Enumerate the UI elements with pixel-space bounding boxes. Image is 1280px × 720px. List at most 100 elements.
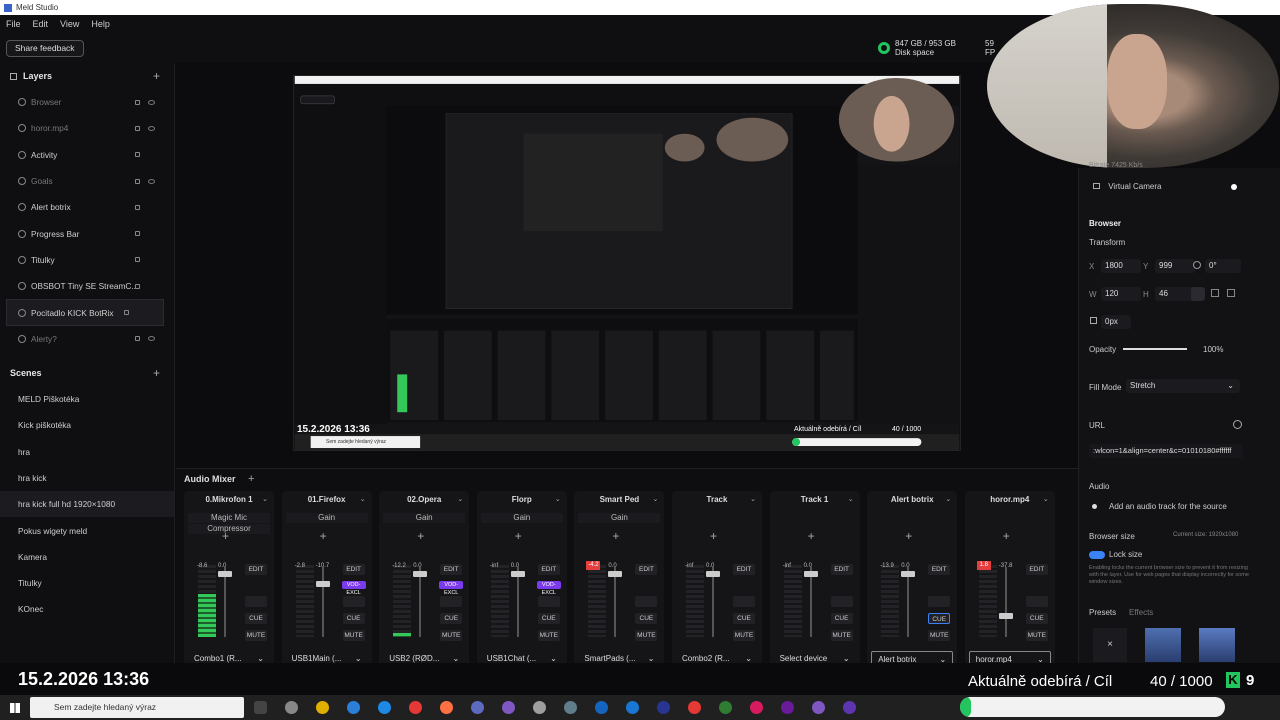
edit-button[interactable]: EDIT: [928, 564, 951, 575]
settings-icon[interactable]: [533, 701, 546, 714]
fx-item[interactable]: Gain: [578, 513, 661, 523]
strip-name[interactable]: Alert botrix: [867, 493, 957, 507]
stream-preview[interactable]: 15.2.2026 13:36 Aktuálně odebírá / Cíl 4…: [293, 75, 961, 451]
no-preset-icon[interactable]: ×: [1093, 628, 1127, 662]
eye-off-icon[interactable]: [148, 178, 155, 184]
scene-item[interactable]: MELD Piškotéka: [0, 386, 174, 412]
eye-off-icon[interactable]: [148, 125, 155, 131]
add-effect-icon[interactable]: +: [808, 529, 815, 543]
app-icon[interactable]: [781, 701, 794, 714]
eye-off-icon[interactable]: [148, 336, 155, 342]
layer-item[interactable]: OBSBOT Tiny SE StreamC...: [0, 273, 174, 299]
mute-button[interactable]: MUTE: [342, 630, 365, 641]
fx-item[interactable]: Magic Mic: [188, 513, 270, 523]
strip-name[interactable]: horor.mp4: [965, 493, 1055, 507]
lock-size-toggle[interactable]: [1089, 551, 1105, 559]
app-icon[interactable]: [564, 701, 577, 714]
mute-button[interactable]: MUTE: [537, 630, 560, 641]
audio-add-label[interactable]: Add an audio track for the source: [1109, 502, 1227, 511]
height-input[interactable]: 46: [1155, 287, 1195, 301]
volume-fader[interactable]: [315, 581, 330, 587]
volume-fader[interactable]: [608, 570, 623, 577]
lock-icon[interactable]: [135, 204, 140, 210]
strip-name[interactable]: Track 1: [770, 493, 860, 507]
cue-button[interactable]: CUE: [830, 613, 853, 624]
add-effect-icon[interactable]: +: [515, 529, 522, 543]
app-icon[interactable]: [657, 701, 670, 714]
strip-name[interactable]: Smart Ped: [574, 493, 664, 507]
mute-button[interactable]: MUTE: [830, 630, 853, 641]
edit-button[interactable]: EDIT: [1025, 564, 1048, 575]
mute-button[interactable]: MUTE: [928, 630, 951, 641]
monitor-icon[interactable]: [635, 596, 658, 607]
lock-icon[interactable]: [135, 152, 140, 158]
app-icon[interactable]: [750, 701, 763, 714]
audio-radio[interactable]: [1092, 504, 1097, 509]
fx-item[interactable]: Gain: [480, 513, 563, 523]
x-input[interactable]: 1800: [1101, 259, 1141, 273]
edit-button[interactable]: EDIT: [342, 564, 365, 575]
taskbar-search[interactable]: Sem zadejte hledaný výraz: [30, 697, 244, 718]
eye-off-icon[interactable]: [148, 99, 155, 105]
fx-item[interactable]: Gain: [383, 513, 466, 523]
add-layer-icon[interactable]: +: [153, 69, 160, 83]
monitor-icon[interactable]: [1025, 596, 1048, 607]
lock-icon[interactable]: [135, 231, 140, 237]
volume-fader[interactable]: [218, 570, 232, 577]
obs-icon[interactable]: [285, 701, 298, 714]
scene-item[interactable]: KOnec: [0, 596, 174, 622]
preset-thumbnail-1[interactable]: [1145, 628, 1181, 662]
monitor-icon[interactable]: [245, 596, 267, 607]
strip-name[interactable]: Florp: [477, 493, 567, 507]
layer-item[interactable]: Browser: [0, 89, 174, 115]
add-effect-icon[interactable]: +: [710, 529, 717, 543]
layer-item[interactable]: Progress Bar: [0, 220, 174, 246]
cue-button[interactable]: CUE: [245, 613, 267, 624]
lock-icon[interactable]: [135, 336, 140, 342]
windows-start-icon[interactable]: [10, 702, 20, 713]
scene-item[interactable]: Titulky: [0, 570, 174, 596]
mute-button[interactable]: MUTE: [635, 630, 658, 641]
mute-button[interactable]: MUTE: [733, 630, 755, 641]
add-effect-icon[interactable]: +: [612, 529, 619, 543]
url-input[interactable]: :wlcon=1&align=center&c=01010180#ffffff: [1089, 444, 1243, 458]
layer-item[interactable]: Alerty?: [0, 326, 174, 352]
edit-button[interactable]: EDIT: [245, 564, 267, 575]
layer-item[interactable]: horor.mp4: [0, 115, 174, 141]
scene-item[interactable]: Kick piškotéka: [0, 412, 174, 438]
add-effect-icon[interactable]: +: [222, 529, 229, 543]
edge-icon[interactable]: [378, 701, 391, 714]
opacity-slider[interactable]: [1123, 348, 1187, 350]
monitor-icon[interactable]: [928, 596, 951, 607]
chevron-down-icon[interactable]: ⌄: [945, 495, 951, 503]
app-icon[interactable]: [843, 701, 856, 714]
store-icon[interactable]: [347, 701, 360, 714]
mute-button[interactable]: MUTE: [440, 630, 463, 641]
volume-fader[interactable]: [706, 570, 720, 577]
volume-fader[interactable]: [510, 570, 525, 577]
menu-edit[interactable]: Edit: [33, 19, 49, 29]
task-view-icon[interactable]: [254, 701, 267, 714]
effects-tab[interactable]: Effects: [1129, 608, 1153, 617]
cue-button[interactable]: CUE: [1025, 613, 1048, 624]
scene-item[interactable]: hra kick full hd 1920×1080: [0, 491, 174, 518]
vod-excl-badge[interactable]: VOD-EXCL: [536, 581, 561, 596]
add-effect-icon[interactable]: +: [417, 529, 424, 543]
chevron-down-icon[interactable]: ⌄: [262, 495, 268, 503]
edit-button[interactable]: EDIT: [440, 564, 463, 575]
opera-icon[interactable]: [409, 701, 422, 714]
layer-item[interactable]: Titulky: [0, 247, 174, 273]
lock-icon[interactable]: [135, 257, 140, 263]
add-track-icon[interactable]: +: [248, 473, 254, 485]
edit-button[interactable]: EDIT: [537, 564, 560, 575]
vod-excl-badge[interactable]: VOD-EXCL: [439, 581, 464, 596]
chevron-down-icon[interactable]: ⌄: [360, 495, 366, 503]
preset-thumbnail-2[interactable]: [1199, 628, 1235, 662]
volume-fader[interactable]: [803, 570, 818, 577]
add-effect-icon[interactable]: +: [1003, 529, 1010, 543]
add-scene-icon[interactable]: +: [153, 366, 160, 380]
chevron-down-icon[interactable]: ⌄: [750, 495, 756, 503]
app-icon[interactable]: [595, 701, 608, 714]
lock-icon[interactable]: [135, 125, 140, 131]
volume-fader[interactable]: [413, 570, 428, 577]
